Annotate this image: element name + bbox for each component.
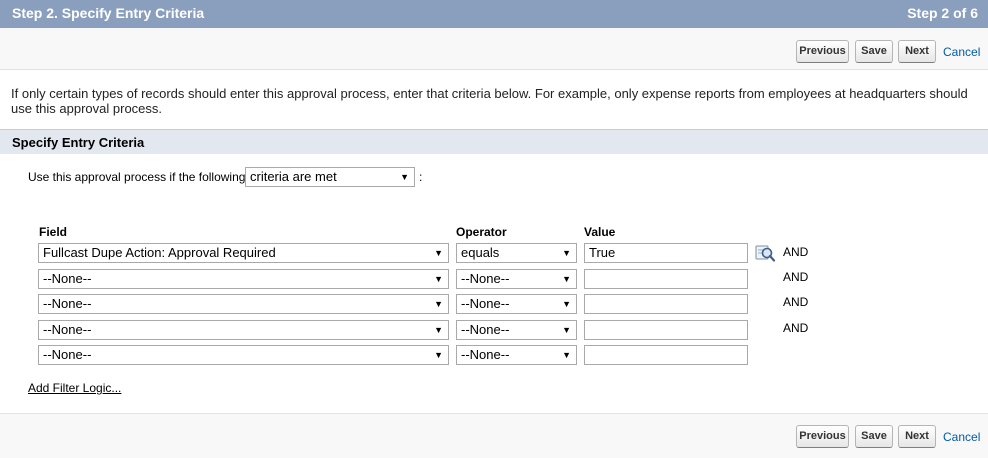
save-button-bottom[interactable]: Save [855,425,893,448]
chevron-down-icon: ▼ [562,325,571,335]
cancel-link-bottom[interactable]: Cancel [943,430,980,444]
chevron-down-icon: ▼ [434,325,443,335]
filter-value-input-1[interactable]: True [584,243,748,263]
filter-operator-select-1[interactable]: equals ▼ [456,243,577,263]
filter-operator-value-2: --None-- [461,271,510,286]
filter-field-value-4: --None-- [43,322,92,337]
filter-field-value-2: --None-- [43,271,92,286]
section-header: Specify Entry Criteria [0,129,988,154]
criteria-selected-value: criteria are met [250,169,337,184]
next-button[interactable]: Next [898,40,936,63]
filter-field-select-2[interactable]: --None-- ▼ [38,269,449,289]
filter-field-select-5[interactable]: --None-- ▼ [38,345,449,365]
instructions-text: If only certain types of records should … [11,86,968,116]
filter-field-select-4[interactable]: --None-- ▼ [38,320,449,340]
filter-operator-value-3: --None-- [461,296,510,311]
cancel-link[interactable]: Cancel [943,45,980,59]
value-column-header: Value [584,225,616,239]
chevron-down-icon: ▼ [562,248,571,258]
chevron-down-icon: ▼ [434,350,443,360]
filter-operator-value-1: equals [461,245,500,260]
chevron-down-icon: ▼ [434,248,443,258]
criteria-label: Use this approval process if the followi… [28,170,246,184]
previous-button[interactable]: Previous [796,40,849,63]
save-button[interactable]: Save [855,40,893,63]
top-button-bar: Previous Save Next Cancel [0,28,988,70]
filter-operator-select-3[interactable]: --None-- ▼ [456,294,577,314]
chevron-down-icon: ▼ [562,274,571,284]
filter-field-value-5: --None-- [43,347,92,362]
filter-operator-select-2[interactable]: --None-- ▼ [456,269,577,289]
operator-column-header: Operator [456,225,507,239]
step-indicator: Step 2 of 6 [907,5,978,21]
criteria-suffix: : [419,170,423,184]
previous-button-bottom[interactable]: Previous [796,425,849,448]
page-title: Step 2. Specify Entry Criteria [12,5,205,21]
chevron-down-icon: ▼ [400,172,409,182]
filter-value-input-2[interactable] [584,269,748,289]
chevron-down-icon: ▼ [562,299,571,309]
and-label-4: AND [783,321,809,335]
filter-operator-value-5: --None-- [461,347,510,362]
wizard-header: Step 2. Specify Entry Criteria Step 2 of… [0,0,988,28]
filter-operator-select-4[interactable]: --None-- ▼ [456,320,577,340]
add-filter-logic-link[interactable]: Add Filter Logic... [28,381,121,395]
field-column-header: Field [39,225,68,239]
chevron-down-icon: ▼ [434,274,443,284]
filter-value-input-4[interactable] [584,320,748,340]
chevron-down-icon: ▼ [434,299,443,309]
filter-value-input-3[interactable] [584,294,748,314]
filter-value-input-5[interactable] [584,345,748,365]
criteria-select[interactable]: criteria are met ▼ [245,167,415,187]
lookup-icon[interactable] [755,244,775,262]
filter-field-value-3: --None-- [43,296,92,311]
and-label-1: AND [783,245,809,259]
filter-operator-value-4: --None-- [461,322,510,337]
bottom-button-bar: Previous Save Next Cancel [0,413,988,458]
filter-field-value-1: Fullcast Dupe Action: Approval Required [43,245,276,260]
next-button-bottom[interactable]: Next [898,425,936,448]
chevron-down-icon: ▼ [562,350,571,360]
section-title: Specify Entry Criteria [12,135,145,150]
and-label-2: AND [783,270,809,284]
filter-operator-select-5[interactable]: --None-- ▼ [456,345,577,365]
filter-field-select-1[interactable]: Fullcast Dupe Action: Approval Required … [38,243,449,263]
filter-field-select-3[interactable]: --None-- ▼ [38,294,449,314]
and-label-3: AND [783,295,809,309]
